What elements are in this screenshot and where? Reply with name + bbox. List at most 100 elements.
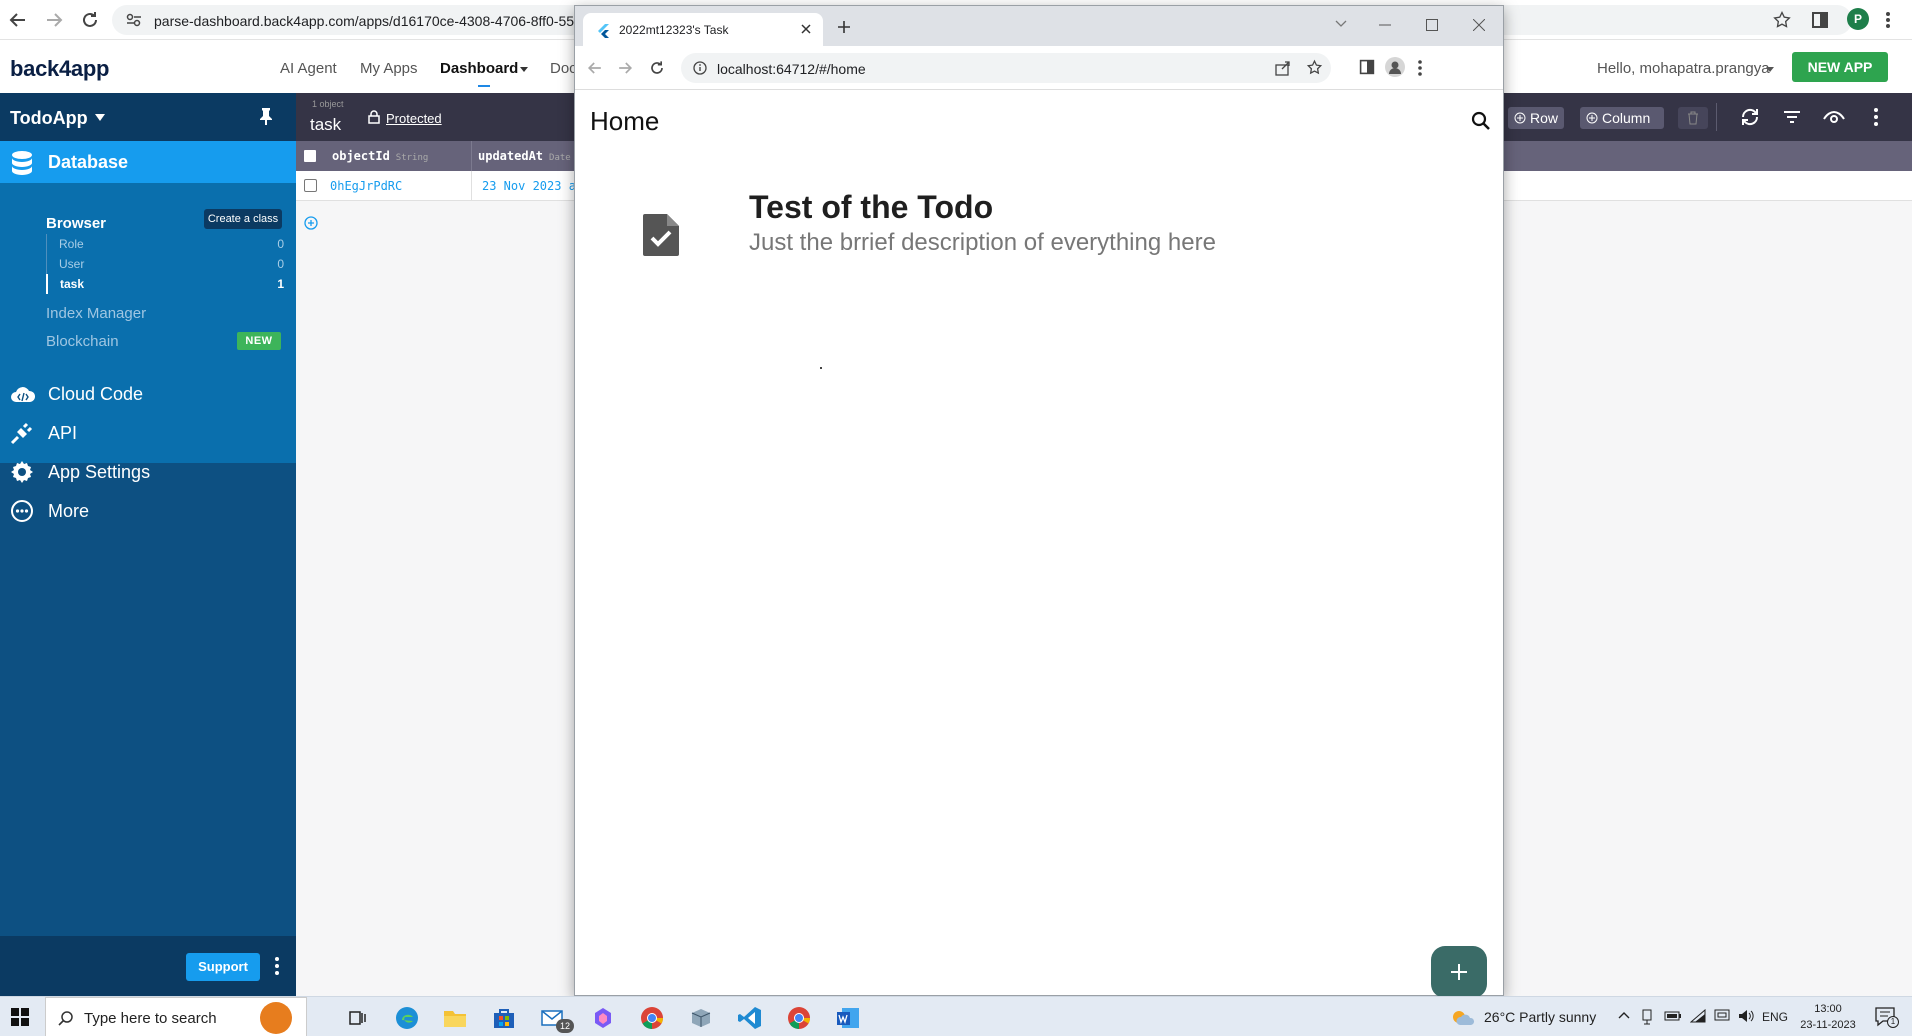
trash-icon [1687,111,1699,125]
protected-link[interactable]: Protected [386,111,442,126]
sidebar-item-api[interactable]: API [0,413,296,453]
wifi-icon[interactable] [1690,1009,1708,1023]
reload-icon[interactable] [78,8,102,32]
vscode-icon[interactable] [737,1005,763,1031]
create-class-button[interactable]: Create a class [204,209,282,229]
sidebar-item-browser[interactable]: Browser [46,215,106,232]
back4app-logo[interactable]: back4app [10,56,109,82]
profile-avatar[interactable]: P [1847,8,1869,30]
back-arrow-icon[interactable] [6,8,30,32]
forward-arrow-icon[interactable] [615,58,635,78]
side-panel-icon[interactable] [1810,10,1830,30]
language-indicator[interactable]: ENG [1762,1010,1788,1024]
taskbar-search[interactable]: Type here to search [45,997,307,1036]
chrome-icon[interactable] [639,1005,665,1031]
copilot-icon[interactable] [590,1005,616,1031]
virtualbox-icon[interactable] [688,1005,714,1031]
weather-icon[interactable] [1450,1009,1476,1027]
mail-icon[interactable]: 12 [540,1005,576,1033]
share-icon[interactable] [1275,60,1291,76]
browser-menu-icon[interactable] [1417,59,1423,77]
active-nav-indicator [478,85,490,87]
battery-icon[interactable] [1664,1010,1682,1022]
minimize-icon[interactable] [1379,24,1391,26]
more-dots-icon [10,499,34,523]
browser-menu-icon[interactable] [1885,10,1891,30]
side-panel-icon[interactable] [1359,59,1375,75]
class-title: task [310,115,342,134]
footer-menu-icon[interactable] [274,956,280,976]
front-browser-toolbar: localhost:64712/#/home [575,46,1503,90]
nav-my-apps[interactable]: My Apps [360,60,418,77]
delete-button[interactable] [1678,107,1708,129]
class-item-task[interactable]: task 1 [46,274,284,294]
task-view-icon[interactable] [344,1005,370,1031]
word-icon[interactable] [835,1005,861,1031]
sidebar-item-blockchain[interactable]: Blockchain [46,333,119,350]
filter-icon[interactable] [1780,105,1804,129]
column-header-objectid[interactable]: objectId String [324,141,472,171]
plus-circle-icon [1586,112,1598,124]
app-switcher[interactable]: TodoApp [0,93,296,141]
chrome-profile-icon[interactable] [786,1005,812,1031]
nav-ai-agent[interactable]: AI Agent [280,60,337,77]
eye-icon[interactable] [1822,105,1846,129]
sidebar-item-app-settings[interactable]: App Settings [0,452,296,492]
tray-device-icon[interactable] [1640,1009,1654,1025]
back-arrow-icon[interactable] [585,58,605,78]
edge-icon[interactable] [394,1005,420,1031]
store-icon[interactable] [491,1005,517,1031]
tray-chevron-icon[interactable] [1618,1011,1630,1019]
row-checkbox[interactable] [304,179,317,192]
windows-start-icon[interactable] [11,1008,29,1026]
new-tab-icon[interactable] [837,20,851,34]
add-row-inline-icon[interactable] [304,216,318,230]
add-row-button[interactable]: Row [1508,107,1564,129]
notification-icon[interactable]: 1 [1875,1007,1899,1028]
user-greeting[interactable]: Hello, mohapatra.prangya [1597,60,1770,77]
select-all-checkbox[interactable] [304,150,316,162]
more-vertical-icon[interactable] [1864,105,1888,129]
api-plug-icon [10,421,34,445]
display-icon[interactable] [1714,1009,1730,1023]
front-tab[interactable]: 2022mt12323's Task [583,13,823,46]
reload-icon[interactable] [647,58,667,78]
forward-arrow-icon[interactable] [42,8,66,32]
tab-search-icon[interactable] [1335,20,1347,28]
file-explorer-icon[interactable] [442,1005,468,1031]
app-name[interactable]: TodoApp [10,108,88,129]
sidebar-item-index-manager[interactable]: Index Manager [46,305,146,322]
volume-icon[interactable] [1738,1009,1756,1023]
taskbar-clock[interactable]: 13:00 23-11-2023 [1798,1001,1858,1033]
front-url-text: localhost:64712/#/home [717,61,866,77]
refresh-icon[interactable] [1738,105,1762,129]
nav-dashboard[interactable]: Dashboard [440,60,518,77]
weather-text[interactable]: 26°C Partly sunny [1484,1009,1596,1025]
window-close-icon[interactable] [1473,19,1485,31]
maximize-icon[interactable] [1426,19,1438,31]
front-address-bar[interactable]: localhost:64712/#/home [681,53,1331,83]
bookmark-star-icon[interactable] [1306,59,1323,76]
more-label: More [48,501,90,521]
support-button[interactable]: Support [186,953,260,981]
add-todo-fab[interactable] [1431,946,1487,998]
add-column-button[interactable]: Column [1580,107,1664,129]
new-app-button[interactable]: NEW APP [1792,52,1888,82]
site-settings-icon[interactable] [126,13,142,27]
pin-icon[interactable] [258,107,274,125]
search-icon[interactable] [1471,111,1491,131]
profile-icon[interactable] [1385,57,1405,77]
class-item-role[interactable]: Role 0 [46,234,284,254]
sidebar-database[interactable]: Database [0,141,296,183]
sidebar-item-cloud-code[interactable]: Cloud Code [0,374,296,414]
class-item-user[interactable]: User 0 [46,254,284,274]
sidebar-item-more[interactable]: More [0,491,296,531]
cloud-code-icon [10,382,36,406]
cell-objectid[interactable]: 0hEgJrPdRC [330,171,472,201]
nav-docs[interactable]: Doc [550,60,577,77]
app-caret-icon [95,114,105,121]
bookmark-star-icon[interactable] [1772,10,1792,30]
info-icon[interactable] [693,61,707,75]
mail-badge: 12 [556,1019,574,1033]
tab-close-icon[interactable] [801,24,811,34]
